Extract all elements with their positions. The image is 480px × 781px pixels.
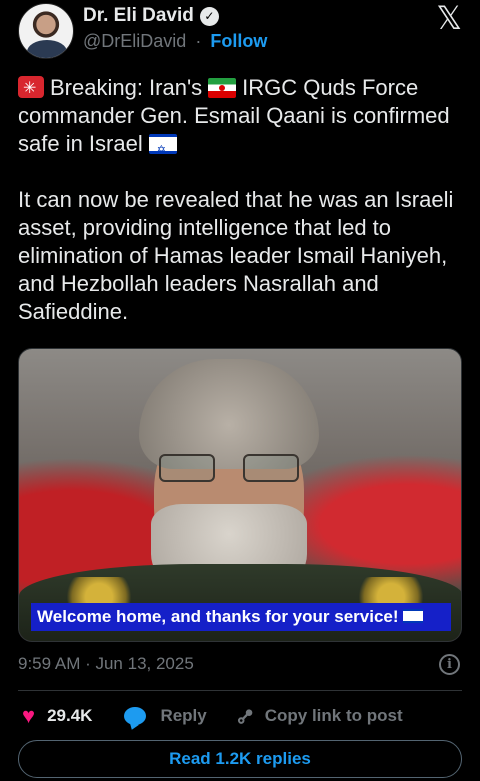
link-icon: ⊶: [230, 701, 260, 732]
heart-icon: ♥: [22, 703, 36, 728]
tweet-text: Breaking: Iran'sIRGC Quds Force commande…: [18, 74, 468, 354]
info-icon[interactable]: i: [439, 654, 460, 675]
divider: [18, 690, 462, 691]
follow-button[interactable]: Follow: [210, 31, 267, 51]
verified-badge-icon: ✓: [199, 6, 219, 26]
tweet-paragraph-2: It can now be revealed that he was an Is…: [18, 187, 454, 324]
copy-link-label: Copy link to post: [264, 706, 403, 725]
copy-link-button[interactable]: ⊶ Copy link to post: [230, 702, 403, 732]
tweet-header: Dr. Eli David ✓ @DrEliDavid · Follow 𝕏: [0, 0, 480, 62]
media-caption-banner: Welcome home, and thanks for your servic…: [31, 603, 451, 631]
tweet-actions-bar: ♥ 29.4K Reply ⊶ Copy link to post: [18, 702, 462, 732]
reply-bubble-icon: [124, 707, 147, 725]
read-replies-button[interactable]: Read 1.2K replies: [18, 740, 462, 778]
author-name[interactable]: Dr. Eli David: [83, 5, 194, 27]
reply-button[interactable]: Reply: [124, 706, 234, 726]
caption-israel-flag-icon: [402, 609, 423, 623]
like-count: 29.4K: [47, 706, 93, 725]
author-handle-row: @DrEliDavid · Follow: [83, 31, 267, 52]
like-button[interactable]: ♥ 29.4K: [18, 705, 124, 727]
iran-flag-emoji-icon: [208, 78, 237, 98]
author-handle[interactable]: @DrEliDavid: [83, 31, 186, 51]
media-caption-text: Welcome home, and thanks for your servic…: [37, 607, 399, 626]
x-logo-icon[interactable]: 𝕏: [436, 2, 462, 34]
tweet-paragraph-1: Breaking: Iran'sIRGC Quds Force commande…: [18, 74, 468, 164]
tweet-text-part-a: Breaking: Iran's: [50, 75, 203, 100]
author-name-row[interactable]: Dr. Eli David ✓: [83, 5, 219, 27]
siren-emoji-icon: [18, 75, 44, 103]
israel-flag-emoji-icon: [148, 134, 177, 164]
author-avatar[interactable]: [18, 3, 74, 59]
reply-label: Reply: [160, 706, 207, 725]
tweet-media-image[interactable]: Welcome home, and thanks for your servic…: [18, 348, 462, 642]
separator-dot: ·: [195, 31, 202, 51]
tweet-timestamp[interactable]: 9:59 AM · Jun 13, 2025: [18, 654, 194, 674]
